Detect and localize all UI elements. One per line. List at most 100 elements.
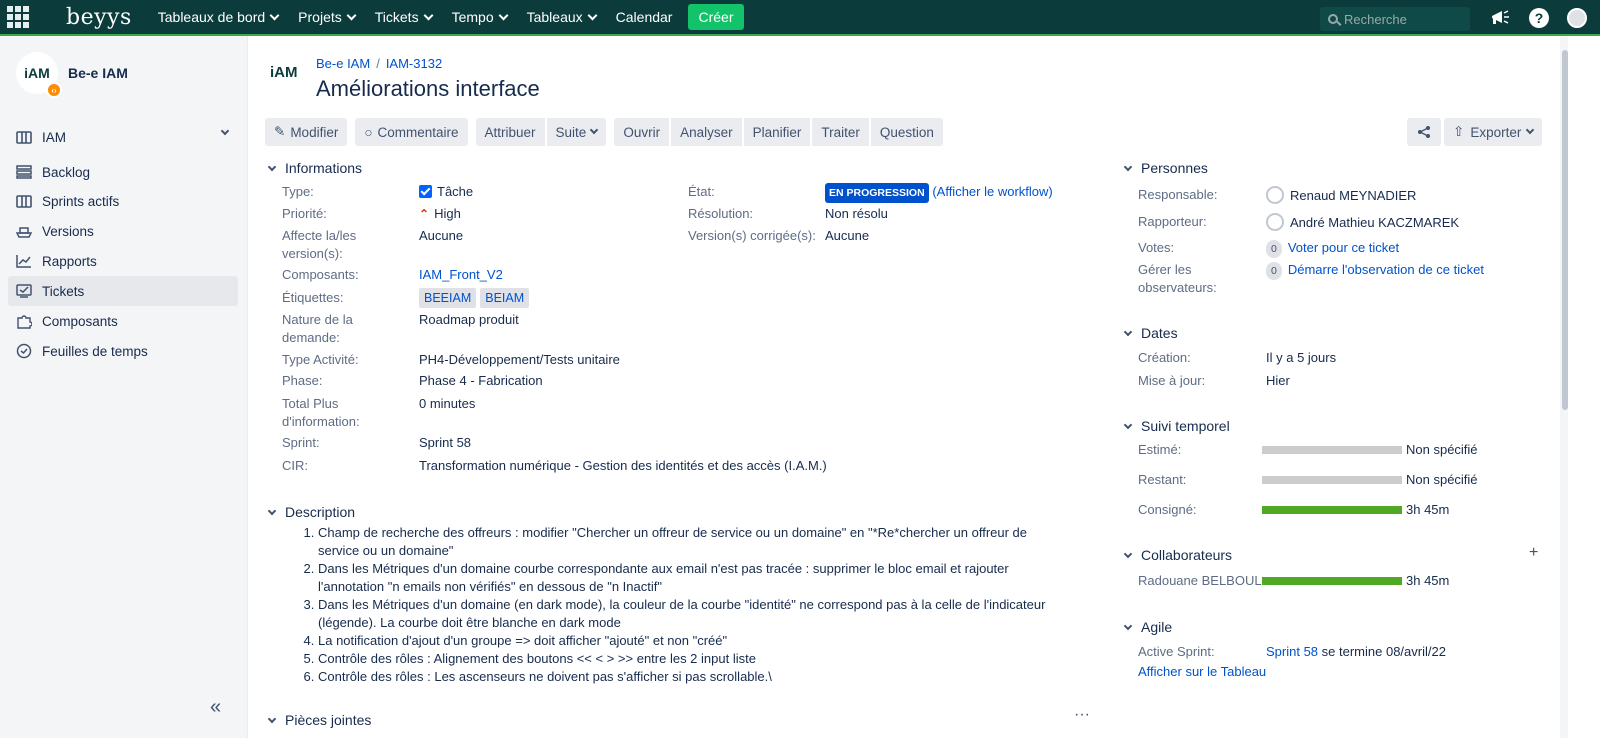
sidebar-item-reports[interactable]: Rapports xyxy=(8,246,238,276)
issue-view: iAM Be-e IAM / IAM-3132 Améliorations in… xyxy=(248,36,1560,738)
people-section-toggle[interactable]: Personnes xyxy=(1122,160,1208,176)
label-tag[interactable]: BEEIAM xyxy=(419,288,477,308)
search-box[interactable] xyxy=(1320,7,1470,31)
chevron-down-icon xyxy=(269,10,280,20)
sidebar-item-components[interactable]: Composants xyxy=(8,306,238,336)
analyze-button[interactable]: Analyser xyxy=(671,118,742,146)
time-tracking-section-toggle[interactable]: Suivi temporel xyxy=(1122,418,1230,434)
brand-logo[interactable]: beyys xyxy=(66,5,132,30)
add-icon[interactable]: + xyxy=(1529,544,1538,562)
chevron-down-icon xyxy=(590,125,599,135)
nature-value: Roadmap produit xyxy=(419,312,519,327)
code-badge-icon: ‹› xyxy=(46,82,62,98)
export-button[interactable]: ⇧ Exporter xyxy=(1444,118,1543,146)
phase-value: Phase 4 - Fabrication xyxy=(419,373,543,388)
ship-icon xyxy=(16,224,32,238)
updated-value: Hier xyxy=(1266,373,1290,388)
resolution-label: Résolution: xyxy=(688,206,754,221)
vote-link[interactable]: Voter pour ce ticket xyxy=(1288,240,1399,255)
priority-label: Priorité: xyxy=(282,206,327,221)
watch-link[interactable]: Démarre l'observation de ce ticket xyxy=(1288,262,1484,277)
details-section-toggle[interactable]: Informations xyxy=(266,160,362,176)
chevron-down-icon xyxy=(266,162,277,174)
plan-button[interactable]: Planifier xyxy=(743,118,811,146)
watchers-label: Gérer les observateurs: xyxy=(1138,262,1217,295)
share-button[interactable] xyxy=(1407,118,1441,146)
project-header[interactable]: iAM ‹› Be-e IAM xyxy=(16,52,128,98)
sidebar-item-backlog[interactable]: Backlog xyxy=(8,157,238,187)
affects-versions-value: Aucune xyxy=(419,228,464,243)
description-section-toggle[interactable]: Description xyxy=(266,504,355,520)
chevron-down-icon xyxy=(1526,125,1535,135)
sidebar-item-active-sprints[interactable]: Sprints actifs xyxy=(8,186,238,216)
components-link[interactable]: IAM_Front_V2 xyxy=(419,266,503,284)
more-options-icon[interactable]: ··· xyxy=(1074,706,1090,724)
question-button[interactable]: Question xyxy=(870,118,943,146)
breadcrumb: Be-e IAM / IAM-3132 xyxy=(316,56,443,71)
avatar xyxy=(1266,186,1284,204)
nav-projects[interactable]: Projets xyxy=(298,9,357,25)
chevron-down-icon xyxy=(220,126,230,136)
help-icon[interactable]: ? xyxy=(1529,8,1549,28)
user-avatar[interactable] xyxy=(1567,8,1587,28)
breadcrumb-issue-key[interactable]: IAM-3132 xyxy=(386,56,442,71)
logged-label: Consigné: xyxy=(1138,502,1197,517)
nature-label: Nature de la demande: xyxy=(282,312,353,345)
created-value: Il y a 5 jours xyxy=(1266,350,1337,365)
scrollbar-thumb[interactable] xyxy=(1562,50,1568,410)
collapse-sidebar-icon[interactable]: « xyxy=(210,696,221,719)
project-avatar: iAM xyxy=(270,64,298,81)
nav-boards[interactable]: Tableaux xyxy=(527,9,598,25)
state-label: État: xyxy=(688,184,715,199)
search-input[interactable] xyxy=(1344,11,1464,27)
votes-value: 0 Voter pour ce ticket xyxy=(1266,239,1399,258)
type-value: Tâche xyxy=(419,183,473,201)
comment-icon: ○ xyxy=(364,124,373,140)
nav-dashboards[interactable]: Tableaux de bord xyxy=(158,9,280,25)
sidebar-item-versions[interactable]: Versions xyxy=(8,216,238,246)
chevron-down-icon xyxy=(498,10,509,20)
chart-icon xyxy=(16,254,32,268)
sprint-label: Sprint: xyxy=(282,435,320,450)
attachments-section-toggle[interactable]: Pièces jointes xyxy=(266,712,371,728)
notifications-icon[interactable] xyxy=(1490,8,1510,28)
list-item: Champ de recherche des offreurs : modifi… xyxy=(318,524,1066,560)
view-workflow-link[interactable]: (Afficher le workflow) xyxy=(932,184,1052,199)
breadcrumb-project[interactable]: Be-e IAM xyxy=(316,56,370,71)
open-button[interactable]: Ouvrir xyxy=(614,118,670,146)
label-tag[interactable]: BEIAM xyxy=(480,288,530,308)
edit-button[interactable]: ✎ Modifier xyxy=(265,118,348,146)
priority-high-icon: ⌃ xyxy=(419,207,430,221)
app-switcher-icon[interactable] xyxy=(0,0,36,35)
comment-button[interactable]: ○ Commentaire xyxy=(355,118,468,146)
view-on-board-link[interactable]: Afficher sur le Tableau xyxy=(1138,663,1266,681)
assign-button[interactable]: Attribuer xyxy=(475,118,545,146)
collaborator-name: Radouane BELBOUL xyxy=(1138,573,1262,588)
board-selector[interactable]: IAM xyxy=(8,122,238,152)
create-button[interactable]: Créer xyxy=(688,4,744,30)
remaining-bar xyxy=(1262,476,1402,484)
sidebar-item-tickets[interactable]: Tickets xyxy=(8,276,238,306)
nav-tempo[interactable]: Tempo xyxy=(452,9,509,25)
more-button[interactable]: Suite xyxy=(546,118,607,146)
collaborators-section-toggle[interactable]: Collaborateurs xyxy=(1122,547,1232,563)
sidebar: iAM ‹› Be-e IAM IAM Backlog Sprints acti… xyxy=(0,36,248,738)
process-button[interactable]: Traiter xyxy=(812,118,869,146)
state-value: EN PROGRESSION (Afficher le workflow) xyxy=(825,183,1053,203)
sidebar-item-timesheets[interactable]: Feuilles de temps xyxy=(8,336,238,366)
total-info-label: Total Plus d'information: xyxy=(282,396,360,429)
board-icon xyxy=(16,194,32,208)
project-name: Be-e IAM xyxy=(68,65,128,81)
chevron-down-icon xyxy=(1122,327,1133,339)
priority-value: ⌃ High xyxy=(419,206,461,221)
nav-calendar[interactable]: Calendar xyxy=(616,9,673,25)
chevron-down-icon xyxy=(1122,549,1133,561)
puzzle-icon xyxy=(16,314,32,329)
agile-section-toggle[interactable]: Agile xyxy=(1122,619,1172,635)
dates-section-toggle[interactable]: Dates xyxy=(1122,325,1178,341)
collaborator-time: 3h 45m xyxy=(1406,573,1450,588)
nav-tickets[interactable]: Tickets xyxy=(375,9,434,25)
list-item: Dans les Métriques d'un domaine (en dark… xyxy=(318,596,1066,632)
logged-bar xyxy=(1262,506,1402,514)
sprint-link[interactable]: Sprint 58 xyxy=(1266,644,1318,659)
